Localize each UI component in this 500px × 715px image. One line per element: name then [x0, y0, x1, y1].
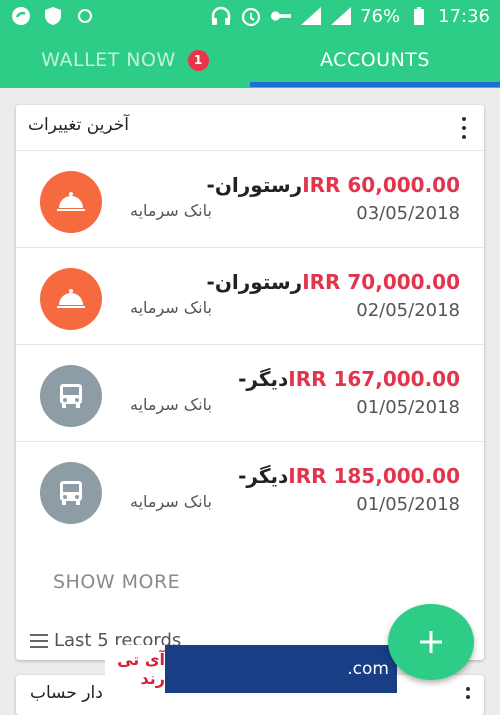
restaurant-icon [40, 171, 102, 233]
watermark-text: آی تی رند [105, 645, 165, 693]
transaction-category: -رستوران [206, 270, 303, 294]
transaction-date: 01/05/2018 [356, 397, 460, 418]
list-icon [30, 633, 48, 648]
accounts-card-title: دار حساب [30, 683, 103, 703]
transaction-date: 02/05/2018 [356, 300, 460, 321]
restaurant-icon [40, 268, 102, 330]
battery-icon [408, 5, 430, 27]
card-title: آخرین تغییرات [28, 115, 129, 135]
transaction-amount: IRR 60,000.00 [302, 173, 460, 197]
plus-icon [420, 631, 442, 653]
transaction-amount-line: -دیگرIRR 185,000.00 [238, 464, 460, 488]
circle-notification-icon [74, 5, 96, 27]
transaction-category: -دیگر [238, 464, 289, 488]
tab-wallet-now[interactable]: WALLET NOW 1 [0, 32, 250, 88]
tab-wallet-now-label: WALLET NOW [41, 49, 176, 71]
transaction-bank: بانک سرمایه [130, 298, 212, 317]
transaction-row[interactable]: -رستورانIRR 60,000.00 بانک سرمایه 03/05/… [16, 150, 484, 247]
card-menu-icon[interactable] [454, 117, 474, 139]
headphones-icon [210, 5, 232, 27]
watermark: آی تی رند .com [105, 645, 397, 693]
battery-percent: 76% [360, 5, 401, 27]
active-tab-indicator [250, 82, 500, 87]
transaction-bank: بانک سرمایه [130, 492, 212, 511]
watermark-logo: .com [165, 645, 397, 693]
key-icon [270, 5, 292, 27]
add-transaction-button[interactable] [388, 604, 474, 680]
transaction-category: -دیگر [238, 367, 289, 391]
transaction-row[interactable]: -دیگرIRR 185,000.00 بانک سرمایه 01/05/20… [16, 441, 484, 538]
show-more-button[interactable]: SHOW MORE [53, 571, 180, 593]
transaction-amount-line: -دیگرIRR 167,000.00 [238, 367, 460, 391]
bus-icon [40, 365, 102, 427]
accounts-card-menu-icon[interactable] [466, 687, 470, 703]
transaction-amount: IRR 70,000.00 [302, 270, 460, 294]
transaction-category: -رستوران [206, 173, 303, 197]
transaction-amount: IRR 167,000.00 [288, 367, 460, 391]
transaction-row[interactable]: -رستورانIRR 70,000.00 بانک سرمایه 02/05/… [16, 247, 484, 344]
transaction-date: 01/05/2018 [356, 494, 460, 515]
bus-icon [40, 462, 102, 524]
clock: 17:36 [438, 5, 490, 27]
transaction-date: 03/05/2018 [356, 203, 460, 224]
signal-sim1-icon [300, 5, 322, 27]
recent-changes-card: آخرین تغییرات -رستورانIRR 60,000.00 بانک… [16, 105, 484, 660]
app-notification-icon [10, 5, 32, 27]
transaction-bank: بانک سرمایه [130, 201, 212, 220]
transaction-bank: بانک سرمایه [130, 395, 212, 414]
notification-badge: 1 [187, 49, 209, 71]
shield-notification-icon [42, 5, 64, 27]
signal-sim2-icon [330, 5, 352, 27]
transaction-row[interactable]: -دیگرIRR 167,000.00 بانک سرمایه 01/05/20… [16, 344, 484, 441]
card-header: آخرین تغییرات [16, 105, 484, 150]
tab-accounts[interactable]: ACCOUNTS [250, 32, 500, 88]
transaction-amount-line: -رستورانIRR 60,000.00 [207, 173, 460, 197]
tab-bar: WALLET NOW 1 ACCOUNTS [0, 32, 500, 88]
tab-accounts-label: ACCOUNTS [320, 49, 430, 71]
transaction-amount-line: -رستورانIRR 70,000.00 [207, 270, 460, 294]
watermark-domain: .com [347, 659, 389, 679]
transaction-amount: IRR 185,000.00 [288, 464, 460, 488]
alarm-icon [240, 5, 262, 27]
status-bar: 76% 17:36 [0, 0, 500, 32]
